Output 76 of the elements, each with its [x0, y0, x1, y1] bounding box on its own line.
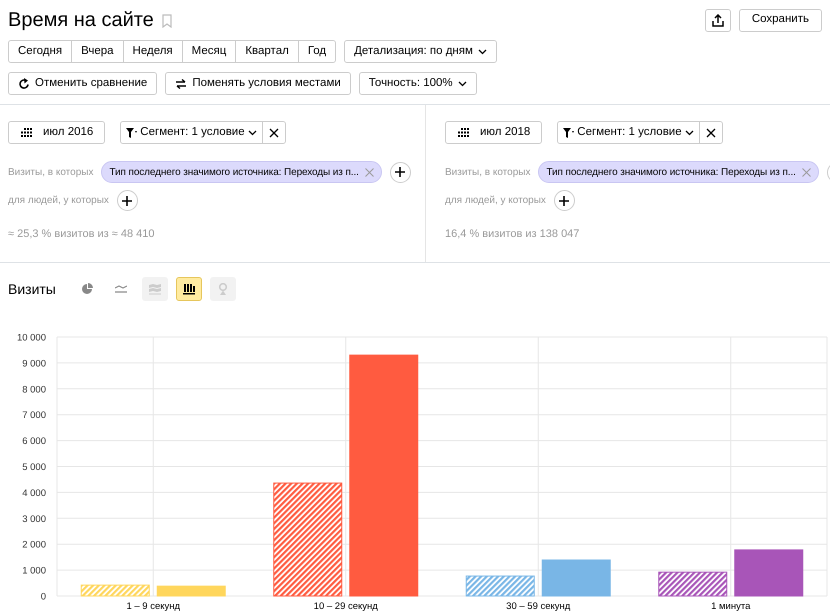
filter-icon: [563, 128, 574, 138]
area-chart-icon: [148, 283, 161, 295]
close-icon: [802, 168, 811, 176]
y-axis-label: 0: [40, 592, 46, 602]
condition-label: для людей, у которых: [445, 194, 546, 208]
y-axis-label: 2 000: [22, 540, 46, 551]
plus-icon: [559, 196, 570, 206]
save-button[interactable]: Сохранить: [738, 8, 822, 32]
add-condition-button[interactable]: [554, 190, 575, 211]
bar: [734, 549, 804, 596]
y-axis-label: 3 000: [22, 514, 46, 525]
line-chart-icon: [114, 283, 127, 295]
page-title: Время на сайте: [8, 10, 154, 30]
period-tab[interactable]: Сегодня: [8, 40, 72, 63]
chevron-icon: [458, 80, 467, 86]
bar-chart-icon: [182, 283, 195, 295]
swap-conditions-button[interactable]: Поменять условия местами: [165, 72, 351, 95]
remove-segment-button[interactable]: [262, 121, 286, 144]
period-tab[interactable]: Месяц: [182, 40, 236, 63]
chevron-icon: [684, 130, 694, 136]
condition-label: Визиты, в которых: [445, 166, 530, 180]
swap-icon: [175, 78, 188, 88]
chart-title: Визиты: [8, 280, 56, 298]
y-axis-label: 1 000: [22, 566, 46, 577]
segment-dropdown[interactable]: Сегмент: 1 условие: [557, 121, 700, 144]
map-pin-icon: [216, 283, 229, 295]
filter-icon: [126, 128, 138, 138]
bar: [80, 584, 150, 596]
segment-summary: ≈ 25,3 % визитов из ≈ 48 410: [8, 227, 156, 242]
plus-icon: [395, 167, 406, 177]
period-tab[interactable]: Неделя: [122, 40, 183, 63]
pie-chart-icon: [80, 283, 93, 295]
calendar-icon: [457, 128, 469, 137]
chevron-icon: [248, 130, 257, 136]
redo-icon: [18, 78, 30, 90]
close-icon: [706, 128, 716, 138]
close-icon: [364, 168, 374, 176]
period-tab[interactable]: Год: [298, 40, 336, 63]
x-axis-label: 1 – 9 секунд: [126, 601, 180, 612]
bar: [658, 572, 728, 596]
period-button[interactable]: июл 2016: [8, 121, 106, 144]
segment-dropdown[interactable]: Сегмент: 1 условие: [120, 121, 263, 144]
condition-label: для людей, у которых: [8, 194, 109, 208]
bar: [466, 576, 535, 596]
x-axis-label: 30 – 59 секунд: [506, 601, 570, 612]
accuracy-dropdown[interactable]: Точность: 100%: [358, 72, 477, 95]
y-axis-label: 6 000: [22, 436, 46, 448]
share-icon: [712, 14, 724, 26]
y-axis-label: 8 000: [22, 384, 46, 396]
plus-icon: [122, 196, 132, 206]
bar: [542, 560, 611, 596]
y-axis-label: 7 000: [22, 410, 46, 422]
add-condition-button[interactable]: [390, 162, 411, 182]
period-tab[interactable]: Квартал: [235, 40, 299, 63]
period-button[interactable]: июл 2018: [445, 121, 542, 144]
condition-label: Визиты, в которых: [8, 166, 94, 180]
chart-type-button[interactable]: [176, 277, 202, 301]
bar: [156, 586, 226, 596]
share-button[interactable]: [704, 8, 731, 32]
y-axis-label: 10 000: [16, 332, 46, 344]
x-axis-label: 10 – 29 секунд: [314, 601, 378, 612]
y-axis-label: 4 000: [22, 488, 46, 499]
y-axis-label: 9 000: [22, 358, 46, 370]
chevron-icon: [478, 48, 487, 54]
detail-dropdown[interactable]: Детализация: по дням: [344, 40, 497, 63]
period-tab[interactable]: Вчера: [71, 40, 124, 63]
x-axis-label: 1 минута: [711, 601, 750, 612]
y-axis-label: 5 000: [22, 462, 46, 473]
calendar-icon: [20, 128, 32, 137]
segment-summary: 16,4 % визитов из 138 047: [445, 227, 580, 242]
add-condition-button[interactable]: [116, 190, 138, 211]
condition-chip[interactable]: Тип последнего значимого источника: Переходы из п...: [538, 161, 819, 183]
cancel-compare-button[interactable]: Отменить сравнение: [8, 72, 158, 95]
remove-segment-button[interactable]: [698, 121, 723, 144]
close-icon: [268, 128, 279, 138]
condition-chip[interactable]: Тип последнего значимого источника: Переходы из п...: [101, 161, 382, 183]
